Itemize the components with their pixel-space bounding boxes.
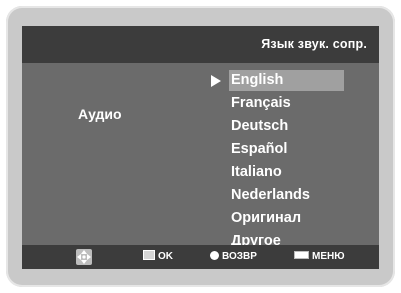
return-hint: ВОЗВР xyxy=(210,245,257,269)
return-label: ВОЗВР xyxy=(222,251,257,262)
move-arrows-icon xyxy=(76,249,92,265)
menu-icon xyxy=(294,251,309,260)
language-list: English Français Deutsch Español Italian… xyxy=(209,69,359,253)
language-option-italiano[interactable]: Italiano xyxy=(209,161,359,184)
language-option-label: Italiano xyxy=(231,164,282,180)
language-option-label: English xyxy=(231,72,284,88)
language-option-label: Deutsch xyxy=(231,118,289,134)
ok-hint: OK xyxy=(143,245,173,269)
return-icon xyxy=(210,250,219,260)
language-option-label: Оригинал xyxy=(231,210,302,226)
footer-bar: OK ВОЗВР МЕНЮ xyxy=(22,245,379,269)
page-title: Язык звук. сопр. xyxy=(261,37,367,51)
language-option-francais[interactable]: Français xyxy=(209,92,359,115)
language-option-english[interactable]: English xyxy=(209,69,359,92)
menu-hint: МЕНЮ xyxy=(294,245,345,269)
menu-label: МЕНЮ xyxy=(312,251,345,262)
section-label: Аудио xyxy=(78,106,122,122)
language-option-label: Français xyxy=(231,95,291,111)
ok-label: OK xyxy=(158,251,173,262)
language-option-label: Nederlands xyxy=(231,187,310,203)
language-option-nederlands[interactable]: Nederlands xyxy=(209,184,359,207)
header-bar: Язык звук. сопр. xyxy=(22,26,379,63)
language-option-label: Español xyxy=(231,141,288,157)
selection-arrow-icon xyxy=(211,75,221,87)
enter-icon xyxy=(143,250,155,261)
language-option-deutsch[interactable]: Deutsch xyxy=(209,115,359,138)
language-option-espanol[interactable]: Español xyxy=(209,138,359,161)
audio-language-menu: Язык звук. сопр. Аудио English Français … xyxy=(22,26,379,269)
language-option-original[interactable]: Оригинал xyxy=(209,207,359,230)
